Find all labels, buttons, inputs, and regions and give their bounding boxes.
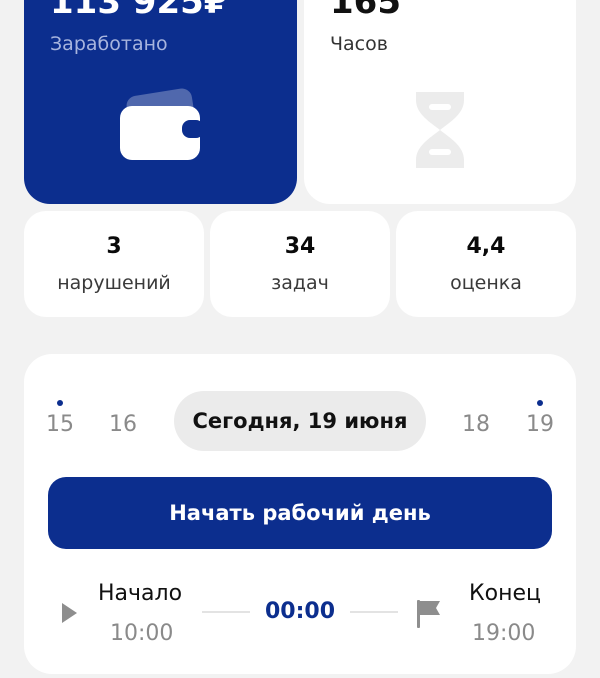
end-time: 19:00 bbox=[472, 621, 536, 646]
hours-card[interactable]: 165 Часов bbox=[304, 0, 576, 204]
day-15[interactable]: 15 bbox=[40, 400, 80, 440]
day-marker-dot bbox=[57, 400, 63, 406]
violations-label: нарушений bbox=[57, 272, 171, 294]
start-label: Начало bbox=[98, 581, 183, 606]
shift-time-row: Начало 10:00 00:00 Конец 19:00 bbox=[24, 568, 576, 678]
earned-card[interactable]: 113 925₽ Заработано bbox=[24, 0, 297, 204]
day-19[interactable]: 19 bbox=[520, 400, 560, 440]
violations-count: 3 bbox=[106, 234, 122, 259]
hours-label: Часов bbox=[330, 33, 388, 55]
earned-label: Заработано bbox=[50, 33, 168, 55]
start-workday-button[interactable]: Начать рабочий день bbox=[48, 477, 552, 549]
day-16[interactable]: 16 bbox=[103, 410, 143, 440]
schedule-panel: 15 16 Сегодня, 19 июня 18 19 Начать рабо… bbox=[24, 354, 576, 674]
start-time: 10:00 bbox=[110, 621, 174, 646]
shift-timer: 00:00 bbox=[264, 599, 336, 624]
today-date-pill[interactable]: Сегодня, 19 июня bbox=[174, 391, 426, 451]
rating-label: оценка bbox=[450, 272, 522, 294]
day-number: 18 bbox=[462, 412, 490, 437]
day-number: 15 bbox=[46, 412, 74, 437]
hourglass-icon bbox=[416, 92, 464, 168]
end-label: Конец bbox=[469, 581, 541, 606]
day-marker-dot bbox=[537, 400, 543, 406]
day-number: 16 bbox=[109, 412, 137, 437]
violations-stat[interactable]: 3 нарушений bbox=[24, 211, 204, 317]
rating-stat[interactable]: 4,4 оценка bbox=[396, 211, 576, 317]
tasks-label: задач bbox=[271, 272, 329, 294]
tasks-stat[interactable]: 34 задач bbox=[210, 211, 390, 317]
divider-line bbox=[350, 611, 398, 613]
divider-line bbox=[202, 611, 250, 613]
day-18[interactable]: 18 bbox=[456, 410, 496, 440]
earned-value: 113 925₽ bbox=[50, 0, 228, 22]
day-number: 19 bbox=[526, 412, 554, 437]
wallet-icon bbox=[120, 88, 204, 160]
hours-value: 165 bbox=[330, 0, 401, 22]
tasks-count: 34 bbox=[284, 234, 316, 259]
flag-icon[interactable] bbox=[416, 599, 442, 629]
play-icon[interactable] bbox=[60, 602, 78, 624]
rating-value: 4,4 bbox=[466, 234, 506, 259]
